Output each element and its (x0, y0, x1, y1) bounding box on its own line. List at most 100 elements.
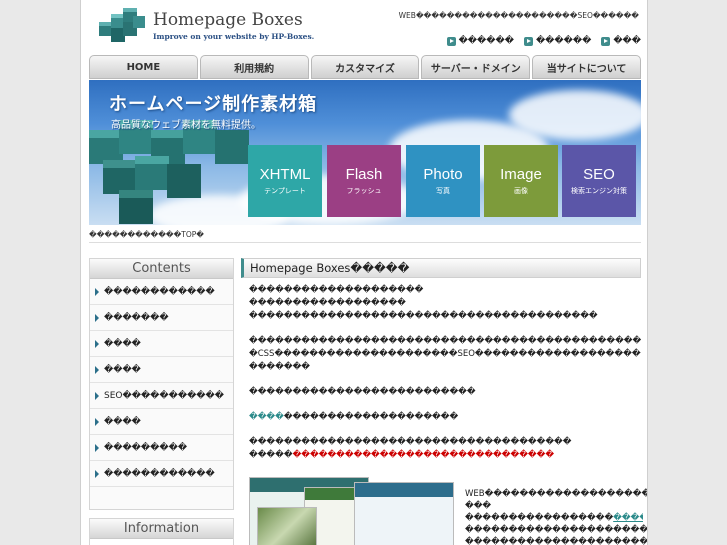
tile-image[interactable]: Image 画像 (484, 145, 558, 217)
text-fragment: ����������������� (465, 513, 614, 523)
banner-title: ホームページ制作素材箱 (109, 94, 318, 115)
header-links: ������ ������ ��� (446, 36, 641, 46)
text-line: ��� (465, 501, 492, 511)
hero-banner: ホームページ制作素材箱 高品質なウェブ素材を無料提供。 XHTML テンプレート… (89, 80, 641, 225)
logo-tagline: Improve on your website by HP-Boxes. (153, 32, 315, 41)
highlighted-link[interactable]: ������������������������������ (293, 450, 554, 460)
site-logo[interactable]: Homepage Boxes Improve on your website b… (97, 8, 317, 48)
text-line: ������������������������������������� (249, 437, 572, 447)
text-line: ������������������������������� (465, 512, 643, 524)
triangle-bullet-icon (95, 365, 99, 374)
sidebar-item[interactable]: ��������� (90, 435, 233, 461)
paragraph: ������������������������ (249, 411, 641, 424)
text-line: ������� (249, 362, 311, 372)
sidebar-heading: Contents (90, 259, 233, 279)
paragraph: �������������������������� (249, 386, 641, 399)
sidebar-item[interactable]: ������������ (90, 461, 233, 487)
sidebar-item[interactable]: SEO����������� (90, 383, 233, 409)
text-line: ������������������ (249, 298, 406, 308)
header-link[interactable]: ������ (446, 36, 514, 46)
header-link-label: ������ (458, 36, 514, 46)
aside-text: WEB������������������ ��� ��������� ��� ��… (465, 488, 648, 545)
tile-xhtml[interactable]: XHTML テンプレート (248, 145, 322, 217)
sidebar-item[interactable]: ���� (90, 357, 233, 383)
arrow-icon (523, 36, 533, 46)
arrow-icon (446, 36, 456, 46)
sidebar-item-label: ������������ (104, 468, 215, 479)
tile-subtitle: 画像 (514, 187, 528, 195)
tile-subtitle: フラッシュ (346, 187, 382, 195)
intro-paragraph: �������������������� ������������������ … (249, 284, 641, 323)
sidebar-item-label: ��������� (104, 442, 188, 453)
tile-subtitle: テンプレート (264, 187, 306, 195)
header-link-label: ������ (535, 36, 592, 46)
triangle-bullet-icon (95, 417, 99, 426)
nav-tab-terms[interactable]: 利用規約 (199, 55, 309, 79)
tile-photo[interactable]: Photo 写真 (406, 145, 480, 217)
page: Homepage Boxes Improve on your website b… (80, 0, 648, 545)
sidebar-item[interactable]: ������������ (90, 279, 233, 305)
sidebar-item-label: ���� (104, 338, 141, 349)
text-line: ���������������������������� (465, 537, 648, 545)
main-nav: HOME 利用規約 カスタマイズ サーバー・ドメイン 当サイトについて (89, 55, 641, 79)
text-fragment: ����� (249, 450, 293, 460)
tile-title: Flash (345, 166, 383, 183)
triangle-bullet-icon (95, 339, 99, 348)
main-heading: Homepage Boxes����� (241, 258, 641, 278)
divider (89, 242, 641, 243)
triangle-bullet-icon (95, 391, 99, 400)
text-line: �������������������� (249, 285, 424, 295)
header-link[interactable]: ������ (523, 36, 592, 46)
header-link[interactable]: ��� (601, 36, 641, 46)
paragraph: ������������������������������������� ��… (249, 436, 641, 462)
sidebar-item-label: ���� (104, 364, 141, 375)
text-line: ���������������������������������������� (249, 311, 598, 321)
inline-link[interactable]: �������� (613, 513, 643, 523)
arrow-icon (601, 36, 611, 46)
sidebar-item-label: ���� (104, 416, 141, 427)
cubes-illustration (89, 120, 249, 224)
cloud-decoration (509, 90, 641, 140)
text-line: �������������������������� (249, 387, 476, 397)
thumbnail-image (354, 482, 454, 545)
sidebar-contents: Contents ������������ ������� ���� ���� … (89, 258, 234, 510)
sidebar-item-label: ������� (104, 312, 169, 323)
text-line: ����������������������������������������… (249, 336, 641, 346)
sidebar-item[interactable]: ������� (90, 305, 233, 331)
text-line: ������������������������ (249, 411, 641, 424)
tile-subtitle: 写真 (436, 187, 450, 195)
banner-subtitle: 高品質なウェブ素材を無料提供。 (111, 120, 261, 131)
description-paragraph: ����������������������������������������… (249, 335, 641, 374)
nav-tab-about[interactable]: 当サイトについて (532, 55, 641, 79)
template-thumbnails[interactable] (249, 477, 457, 545)
main-content: �������������������� ������������������ … (249, 284, 641, 474)
sidebar-item[interactable]: ���� (90, 331, 233, 357)
thumbnail-image (257, 507, 317, 545)
text-line: �CSS���������������������SEO������������… (249, 349, 641, 359)
header-link-label: ��� (613, 36, 641, 46)
breadcrumb[interactable]: ������������TOP� (89, 230, 204, 239)
nav-tab-customize[interactable]: カスタマイズ (310, 55, 420, 79)
boxes-logo-icon (99, 8, 145, 42)
tile-title: Image (500, 166, 542, 183)
triangle-bullet-icon (95, 287, 99, 296)
triangle-bullet-icon (95, 443, 99, 452)
tile-flash[interactable]: Flash フラッシュ (327, 145, 401, 217)
tile-title: Photo (423, 166, 463, 183)
tile-seo[interactable]: SEO 検索エンジン対策 (562, 145, 636, 217)
text-line: WEB������������������������������ (465, 489, 647, 499)
text-fragment: �������������������� (283, 412, 459, 422)
sidebar-item[interactable]: ���� (90, 409, 233, 435)
tile-title: XHTML (259, 166, 311, 183)
tile-subtitle: 検索エンジン対策 (571, 187, 627, 195)
nav-tab-server-domain[interactable]: サーバー・ドメイン (421, 55, 531, 79)
sidebar-item-label: ������������ (104, 286, 215, 297)
tile-title: SEO (583, 166, 615, 183)
sidebar-information: Information (89, 518, 234, 545)
sidebar-heading: Information (90, 519, 233, 539)
triangle-bullet-icon (95, 313, 99, 322)
text-line: ����������������������������������� (249, 449, 641, 462)
text-line: �������������������������������� (465, 525, 648, 535)
inline-link[interactable]: ���� (249, 412, 284, 422)
nav-tab-home[interactable]: HOME (89, 55, 198, 79)
